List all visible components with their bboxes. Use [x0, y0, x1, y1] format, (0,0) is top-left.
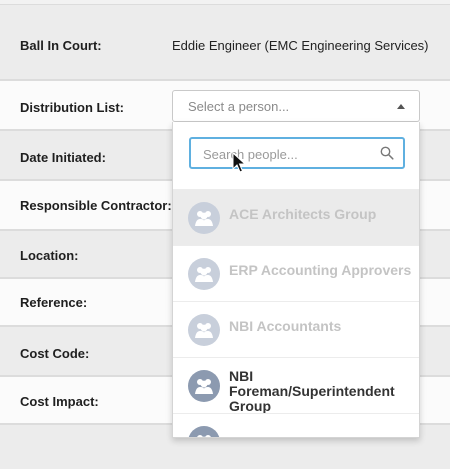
- option-next-partial[interactable]: [173, 413, 419, 437]
- distribution-list-label: Distribution List:: [20, 100, 124, 115]
- option-label: ERP Accounting Approvers: [229, 262, 412, 278]
- ball-in-court-row: Ball In Court: Eddie Engineer (EMC Engin…: [0, 4, 450, 80]
- distribution-list-placeholder: Select a person...: [188, 99, 290, 114]
- caret-up-icon: [397, 104, 405, 109]
- group-avatar-icon: [188, 426, 220, 437]
- option-label: NBI Foreman/Superintendent Group: [229, 368, 395, 414]
- group-avatar-icon: [188, 258, 220, 290]
- ball-in-court-value: Eddie Engineer (EMC Engineering Services…: [172, 38, 429, 53]
- magnifier-icon: [380, 146, 394, 160]
- option-ace-architects-group[interactable]: ACE Architects Group: [173, 189, 419, 245]
- group-avatar-icon: [188, 314, 220, 346]
- group-avatar-icon: [188, 370, 220, 402]
- people-dropdown: ACE Architects Group ERP Accounting Appr…: [172, 122, 420, 438]
- responsible-contractor-label: Responsible Contractor:: [20, 198, 172, 213]
- cost-impact-label: Cost Impact:: [20, 394, 99, 409]
- option-label: NBI Accountants: [229, 318, 342, 334]
- option-nbi-accountants[interactable]: NBI Accountants: [173, 301, 419, 357]
- option-label: ACE Architects Group: [229, 206, 377, 222]
- search-people-input[interactable]: [203, 145, 373, 163]
- option-erp-accounting-approvers[interactable]: ERP Accounting Approvers: [173, 245, 419, 301]
- reference-label: Reference:: [20, 295, 88, 310]
- distribution-list-select[interactable]: Select a person...: [172, 90, 420, 122]
- ball-in-court-label: Ball In Court:: [20, 38, 102, 53]
- group-avatar-icon: [188, 202, 220, 234]
- change-event-form: Ball In Court: Eddie Engineer (EMC Engin…: [0, 0, 450, 469]
- cost-code-label: Cost Code:: [20, 346, 90, 361]
- search-people-box[interactable]: [189, 137, 405, 169]
- option-nbi-foreman-superintendent-group[interactable]: NBI Foreman/Superintendent Group: [173, 357, 419, 414]
- location-label: Location:: [20, 248, 79, 263]
- date-initiated-label: Date Initiated:: [20, 150, 106, 165]
- mouse-cursor-icon: [232, 152, 246, 173]
